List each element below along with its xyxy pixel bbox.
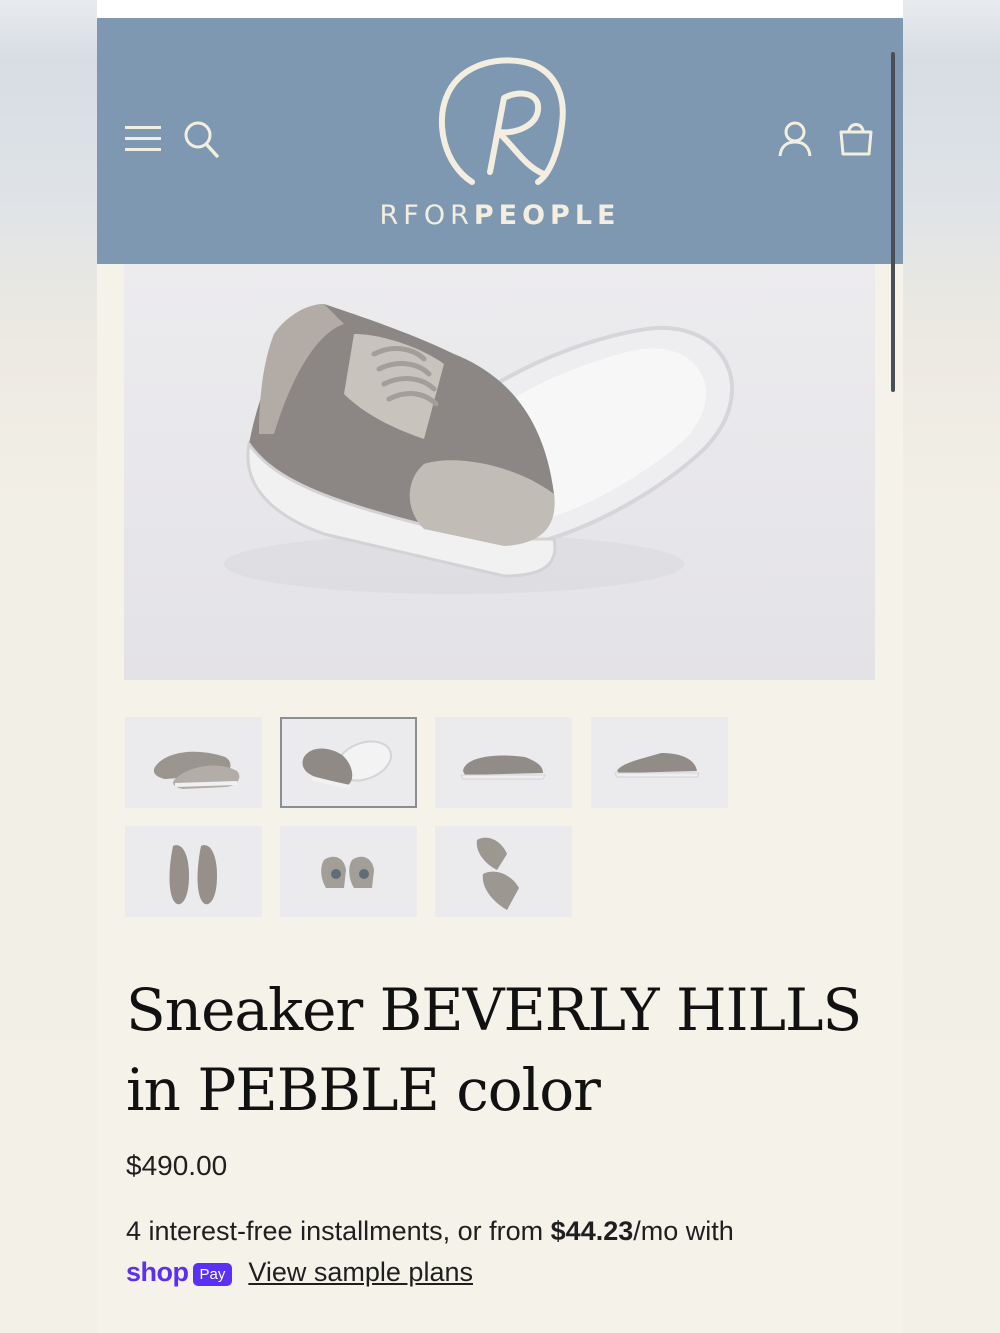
search-icon[interactable] — [183, 120, 219, 158]
view-sample-plans-link[interactable]: View sample plans — [248, 1257, 473, 1288]
brand-wordmark-part1: RFOR — [379, 200, 474, 231]
thumbnail-top-angled-image — [476, 837, 519, 910]
bag-icon[interactable] — [837, 118, 875, 158]
shop-pay-row: shop Pay View sample plans — [126, 1254, 473, 1290]
installments-text: 4 interest-free installments, or from $4… — [126, 1214, 886, 1248]
thumbnail-5[interactable] — [125, 826, 262, 917]
thumbnail-6[interactable] — [280, 826, 417, 917]
product-title: Sneaker BEVERLY HILLS in PEBBLE color — [126, 976, 862, 1124]
thumbnail-pair-side-image — [153, 751, 240, 789]
installments-prefix: 4 interest-free installments, or from — [126, 1216, 551, 1246]
brand-wordmark[interactable]: RFORPEOPLE — [97, 200, 903, 231]
thumbnail-4[interactable] — [591, 717, 728, 808]
thumbnail-side-profile-right-image — [614, 753, 700, 778]
thumbnail-back-view-image — [321, 856, 374, 888]
installments-suffix: /mo with — [633, 1216, 734, 1246]
menu-icon[interactable] — [125, 124, 161, 154]
thumbnail-1[interactable] — [125, 717, 262, 808]
brand-wordmark-part2: PEOPLE — [473, 200, 621, 231]
installments-amount: $44.23 — [550, 1216, 634, 1246]
brand-logo-icon[interactable] — [432, 54, 568, 188]
site-header: RFORPEOPLE — [97, 18, 903, 264]
top-strip — [97, 0, 903, 18]
sneaker-pair-image — [224, 304, 734, 594]
account-icon[interactable] — [777, 120, 813, 158]
thumbnail-3[interactable] — [435, 717, 572, 808]
product-price: $490.00 — [126, 1150, 228, 1181]
thumbnail-front-view-image — [169, 845, 217, 905]
main-product-image[interactable] — [124, 264, 875, 680]
thumbnail-2[interactable] — [280, 717, 417, 808]
thumbnail-7[interactable] — [435, 826, 572, 917]
shop-pay-logo: shop — [126, 1256, 189, 1287]
shop-pay-badge: Pay — [192, 1262, 233, 1286]
scrollbar[interactable] — [891, 52, 895, 392]
thumbnail-pair-sole-image — [302, 740, 393, 789]
product-page: RFORPEOPLE Sneaker BEVERLY HILLS in PEBB… — [97, 0, 903, 1333]
thumbnail-side-profile-image — [460, 755, 546, 780]
